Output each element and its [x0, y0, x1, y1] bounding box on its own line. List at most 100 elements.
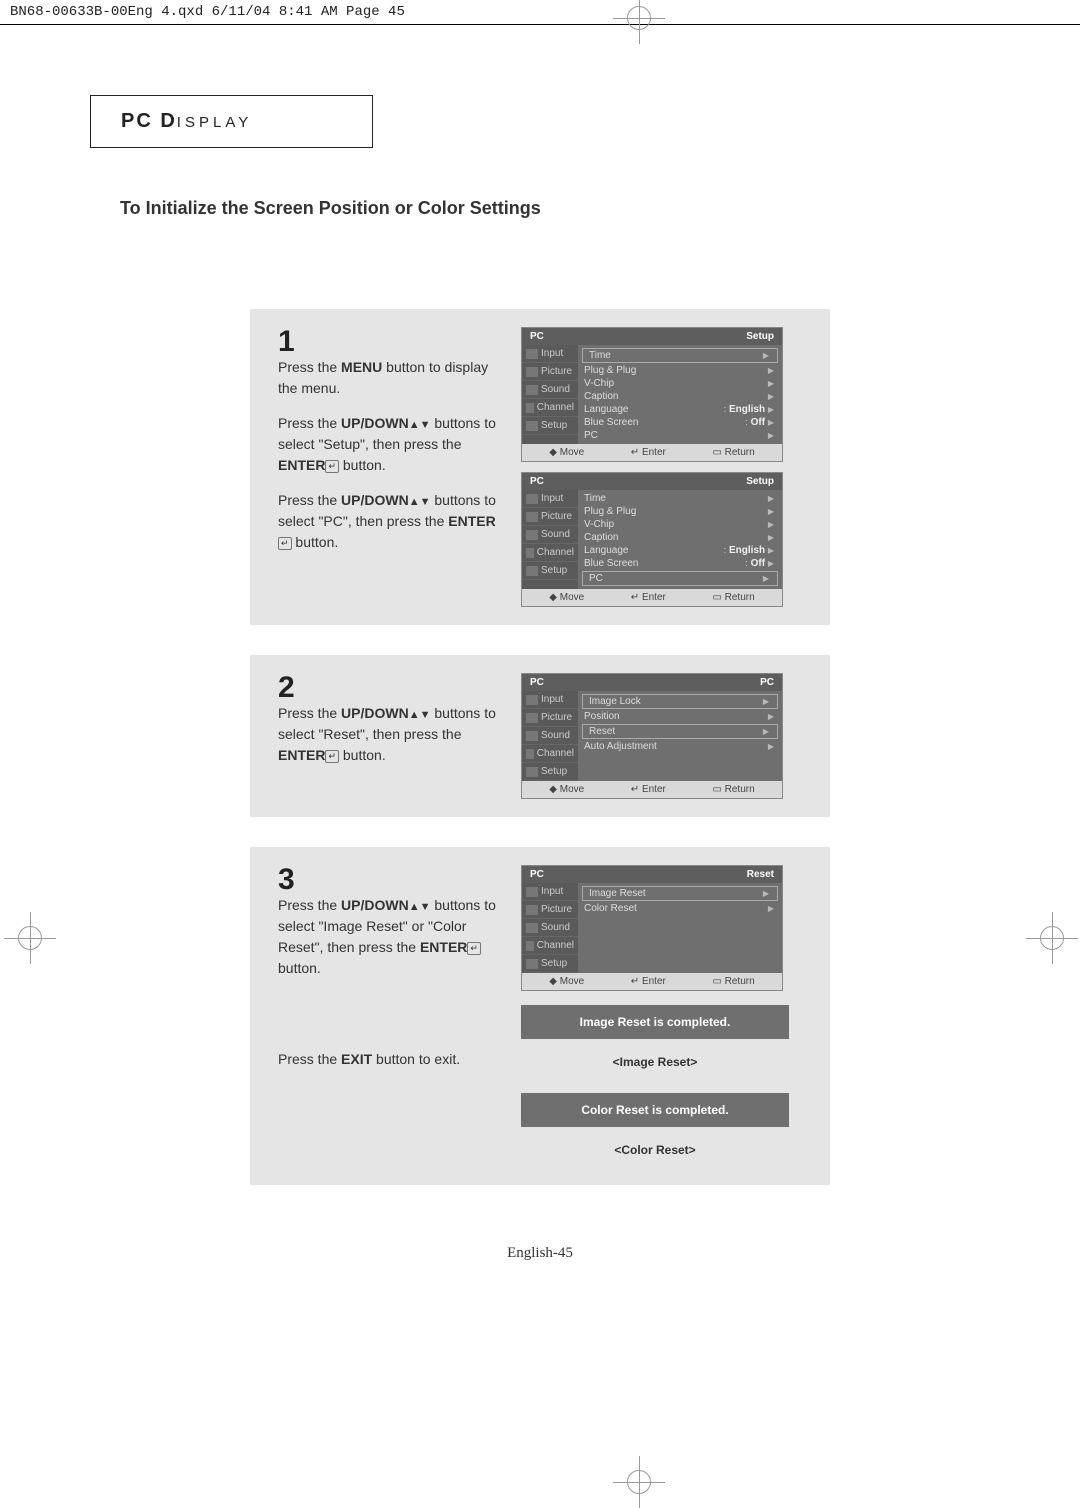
triangle-right-icon: ▶	[768, 418, 774, 427]
osd-sidebar: InputPictureSoundChannelSetup	[522, 691, 578, 781]
osd-pc-menu: PC PC InputPictureSoundChannelSetup Imag…	[521, 673, 783, 799]
osd-row: Caption ▶	[578, 390, 782, 403]
osd-item-key: Caption	[584, 532, 618, 543]
osd-side-icon	[526, 385, 538, 395]
osd-side-item: Input	[522, 691, 578, 709]
triangle-right-icon: ▶	[768, 494, 774, 503]
osd-main: Image Reset ▶ Color Reset ▶	[578, 883, 782, 973]
osd-side-icon	[526, 512, 538, 522]
osd-side-item: Input	[522, 883, 578, 901]
enter-icon: ↵	[467, 942, 481, 955]
osd-header: PC PC	[522, 674, 782, 691]
osd-row: Auto Adjustment ▶	[578, 740, 782, 753]
section-title-box: PC DISPLAY	[90, 95, 373, 148]
triangle-right-icon: ▶	[768, 559, 774, 568]
osd-footer: ◆ Move ↵ Enter ▭ Return	[522, 589, 782, 606]
osd-title-left: PC	[530, 677, 544, 688]
osd-side-item: Channel	[522, 745, 578, 763]
triangle-right-icon: ▶	[768, 742, 774, 751]
osd-enter: ↵ Enter	[631, 447, 666, 458]
osd-row: PC ▶	[578, 429, 782, 442]
osd-side-icon	[526, 566, 538, 576]
osd-header: PC Setup	[522, 328, 782, 345]
updown-arrows-icon: ▲▼	[409, 709, 431, 721]
osd-item-key: Language	[584, 545, 629, 556]
osd-setup-2: PC Setup InputPictureSoundChannelSetup T…	[521, 472, 783, 607]
osd-enter: ↵ Enter	[631, 592, 666, 603]
osd-side-item: Sound	[522, 526, 578, 544]
osd-side-item: Setup	[522, 955, 578, 973]
osd-title-right: Setup	[746, 331, 774, 342]
enter-icon: ↵	[325, 460, 339, 473]
osd-side-icon	[526, 349, 538, 359]
image-reset-label: <Image Reset>	[521, 1049, 789, 1079]
triangle-right-icon: ▶	[768, 712, 774, 721]
osd-row: V-Chip ▶	[578, 518, 782, 531]
osd-footer: ◆ Move ↵ Enter ▭ Return	[522, 444, 782, 461]
osd-side-icon	[526, 905, 538, 915]
enter-icon: ↵	[278, 537, 292, 550]
triangle-right-icon: ▶	[768, 520, 774, 529]
section-title-display: ISPLAY	[177, 114, 252, 131]
osd-title-left: PC	[530, 476, 544, 487]
updown-arrows-icon: ▲▼	[409, 419, 431, 431]
osd-item-key: Time	[589, 350, 611, 361]
osd-item-key: V-Chip	[584, 519, 614, 530]
osd-header: PC Reset	[522, 866, 782, 883]
osd-main: Time ▶ Plug & Plug ▶ V-Chip ▶ Caption ▶ …	[578, 345, 782, 444]
step-1-number: 1	[278, 327, 503, 357]
triangle-right-icon: ▶	[768, 431, 774, 440]
step-3-number: 3	[278, 865, 503, 895]
step-3-para-1: Press the UP/DOWN▲▼ buttons to select "I…	[278, 895, 503, 979]
triangle-right-icon: ▶	[768, 546, 774, 555]
step-2-para-1: Press the UP/DOWN▲▼ buttons to select "R…	[278, 703, 503, 766]
osd-main: Time ▶ Plug & Plug ▶ V-Chip ▶ Caption ▶ …	[578, 490, 782, 589]
osd-footer: ◆ Move ↵ Enter ▭ Return	[522, 973, 782, 990]
osd-side-icon	[526, 530, 538, 540]
triangle-right-icon: ▶	[763, 351, 769, 360]
osd-item-key: Position	[584, 711, 620, 722]
osd-footer: ◆ Move ↵ Enter ▭ Return	[522, 781, 782, 798]
osd-row: PC ▶	[582, 571, 778, 586]
osd-item-key: Blue Screen	[584, 558, 638, 569]
section-title-pc: PC D	[121, 110, 177, 132]
page-subtitle: To Initialize the Screen Position or Col…	[120, 198, 990, 219]
osd-return: ▭ Return	[712, 592, 754, 603]
osd-reset-menu: PC Reset InputPictureSoundChannelSetup I…	[521, 865, 783, 991]
osd-title-left: PC	[530, 869, 544, 880]
step-2: 2 Press the UP/DOWN▲▼ buttons to select …	[250, 655, 830, 817]
osd-return: ▭ Return	[712, 784, 754, 795]
osd-side-item: Channel	[522, 544, 578, 562]
triangle-right-icon: ▶	[763, 697, 769, 706]
triangle-right-icon: ▶	[768, 533, 774, 542]
osd-sidebar: InputPictureSoundChannelSetup	[522, 883, 578, 973]
step-1-para-2: Press the UP/DOWN▲▼ buttons to select "S…	[278, 413, 503, 476]
step-2-number: 2	[278, 673, 503, 703]
triangle-right-icon: ▶	[768, 507, 774, 516]
osd-item-key: PC	[589, 573, 603, 584]
osd-return: ▭ Return	[712, 447, 754, 458]
osd-header: PC Setup	[522, 473, 782, 490]
triangle-right-icon: ▶	[768, 366, 774, 375]
color-reset-banner: Color Reset is completed.	[521, 1093, 789, 1127]
osd-row: Blue Screen : Off ▶	[578, 557, 782, 570]
osd-title-left: PC	[530, 331, 544, 342]
osd-row: Position ▶	[578, 710, 782, 723]
osd-item-key: Auto Adjustment	[584, 741, 657, 752]
osd-row: Plug & Plug ▶	[578, 505, 782, 518]
osd-row: Image Reset ▶	[582, 886, 778, 901]
triangle-right-icon: ▶	[768, 392, 774, 401]
osd-item-value: Off	[751, 417, 765, 428]
osd-side-item: Picture	[522, 709, 578, 727]
osd-side-icon	[526, 923, 538, 933]
osd-side-item: Sound	[522, 919, 578, 937]
osd-side-icon	[526, 695, 538, 705]
osd-move: ◆ Move	[549, 976, 584, 987]
osd-side-icon	[526, 887, 538, 897]
osd-item-key: Language	[584, 404, 629, 415]
osd-item-key: Blue Screen	[584, 417, 638, 428]
osd-item-key: Image Lock	[589, 696, 641, 707]
osd-move: ◆ Move	[549, 447, 584, 458]
osd-side-icon	[526, 494, 538, 504]
osd-side-icon	[526, 731, 538, 741]
